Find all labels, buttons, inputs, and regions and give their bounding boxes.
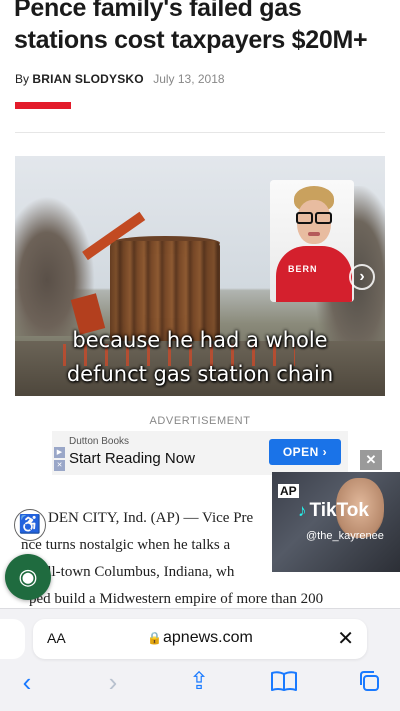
close-icon[interactable]: ✕	[54, 460, 65, 471]
tabs-overview-icon	[360, 671, 379, 691]
ad-headline[interactable]: Start Reading Now	[69, 450, 195, 467]
divider	[15, 132, 385, 133]
clear-url-button[interactable]: ✕	[337, 626, 354, 651]
address-bar[interactable]: AA 🔒 apnews.com ✕	[33, 619, 367, 659]
back-icon[interactable]: ‹	[14, 669, 40, 695]
close-overlay-button[interactable]: ✕	[360, 450, 382, 470]
creator-glasses	[296, 212, 332, 224]
browser-bar: AA 🔒 apnews.com ✕ ‹ › ⇪	[0, 608, 400, 711]
ad-open-button[interactable]: OPEN ›	[269, 439, 341, 465]
tiktok-watermark-overlay: AP ♪ TikTok @the_kayrenee	[272, 472, 400, 572]
previous-tab-pill[interactable]	[0, 619, 25, 659]
caption-line: because he had a whole	[72, 328, 328, 352]
ap-logo: AP	[278, 484, 299, 498]
forward-icon[interactable]: ›	[100, 669, 126, 695]
ad-label: ADVERTISEMENT	[149, 415, 251, 427]
video-caption: because he had a whole defunct gas stati…	[15, 323, 385, 391]
cookie-icon[interactable]: ◉	[5, 554, 51, 600]
accessibility-icon[interactable]: ♿	[14, 509, 46, 541]
caption-line: defunct gas station chain	[66, 362, 334, 386]
accent-bar	[15, 102, 71, 109]
lock-icon: 🔒	[147, 631, 162, 645]
article-headline: Pence family's failed gas stations cost …	[14, 0, 368, 54]
ad-brand: Dutton Books	[69, 436, 130, 447]
byline-prefix: By	[15, 72, 30, 86]
creator-video-overlay[interactable]: BERN	[270, 180, 354, 302]
tiktok-handle: @the_kayrenee	[306, 530, 384, 542]
publish-date: July 13, 2018	[153, 72, 225, 86]
byline: By BRIAN SLODYSKO July 13, 2018	[15, 72, 225, 86]
shirt-lettering: BERN	[288, 264, 318, 274]
bookmarks-icon[interactable]	[269, 669, 299, 695]
share-icon[interactable]: ⇪	[186, 669, 212, 695]
tabs-icon[interactable]	[356, 669, 382, 695]
tiktok-icon: ♪	[298, 501, 307, 520]
play-icon[interactable]: ▶	[54, 447, 65, 458]
open-book-icon	[271, 671, 297, 691]
chevron-right-icon[interactable]: ›	[349, 264, 375, 290]
url-domain[interactable]: apnews.com	[163, 629, 253, 647]
adchoices[interactable]: ▶ ✕	[54, 447, 66, 473]
creator-shirt	[276, 246, 352, 302]
text-size-button[interactable]: AA	[47, 630, 66, 646]
tiktok-logo: ♪ TikTok	[298, 500, 369, 521]
author-link[interactable]: BRIAN SLODYSKO	[32, 72, 143, 86]
ad-banner[interactable]: ▶ ✕ Dutton Books Start Reading Now OPEN …	[52, 431, 348, 475]
